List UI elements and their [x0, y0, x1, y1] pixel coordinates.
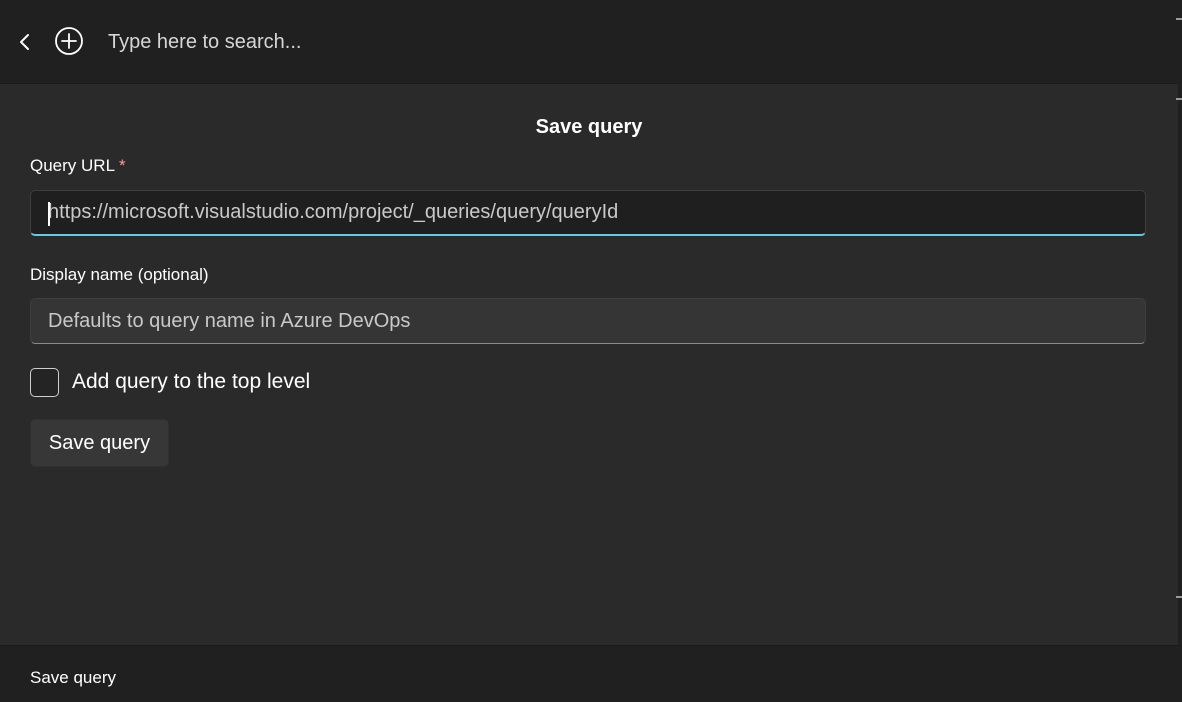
back-button[interactable] — [12, 29, 38, 55]
footer-bar: Save query — [0, 645, 1178, 702]
add-button[interactable] — [54, 26, 84, 56]
save-query-panel: Save query Query URL* Display name (opti… — [0, 84, 1178, 645]
edge-mark — [1176, 98, 1182, 100]
query-url-input[interactable] — [31, 191, 1145, 234]
search-input[interactable] — [106, 26, 1150, 58]
panel-title: Save query — [535, 116, 643, 138]
footer-label: Save query — [30, 668, 116, 687]
edge-mark — [1176, 596, 1182, 598]
top-level-checkbox-label[interactable]: Add query to the top level — [72, 370, 310, 394]
plus-circle-icon — [55, 27, 83, 55]
search-bar — [0, 0, 1178, 84]
top-level-checkbox[interactable] — [30, 368, 59, 397]
save-query-button[interactable]: Save query — [30, 419, 169, 467]
chevron-left-icon — [20, 34, 29, 50]
required-indicator: * — [119, 156, 126, 175]
query-url-label-text: Query URL — [30, 156, 116, 175]
save-query-window: Save query Query URL* Display name (opti… — [0, 0, 1178, 702]
display-name-input[interactable] — [31, 299, 1145, 343]
query-url-label: Query URL * — [30, 156, 126, 176]
edge-mark — [1176, 18, 1182, 20]
text-caret — [48, 202, 50, 226]
query-url-field[interactable] — [30, 190, 1146, 236]
display-name-label: Display name (optional) — [30, 265, 209, 284]
display-name-field[interactable] — [30, 298, 1146, 344]
